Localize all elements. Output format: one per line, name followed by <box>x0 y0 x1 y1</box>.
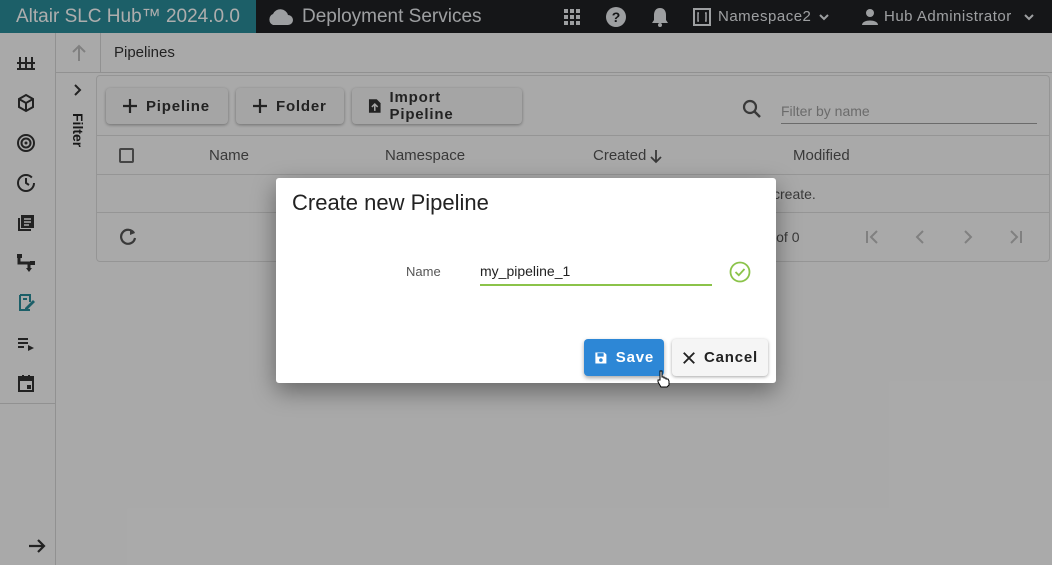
save-label: Save <box>615 349 654 366</box>
cancel-button[interactable]: Cancel <box>672 339 768 376</box>
save-button[interactable]: Save <box>584 339 664 376</box>
cancel-label: Cancel <box>704 349 758 366</box>
pipeline-name-label: Name <box>406 264 441 279</box>
hand-pointer-cursor-icon <box>657 370 670 388</box>
dialog-title: Create new Pipeline <box>292 190 489 215</box>
pipeline-name-input[interactable] <box>480 258 712 286</box>
floppy-disk-icon <box>595 351 607 364</box>
check-circle-icon <box>729 261 751 283</box>
create-pipeline-dialog: Create new Pipeline Name Save Cancel <box>276 178 776 383</box>
close-icon <box>683 351 695 364</box>
